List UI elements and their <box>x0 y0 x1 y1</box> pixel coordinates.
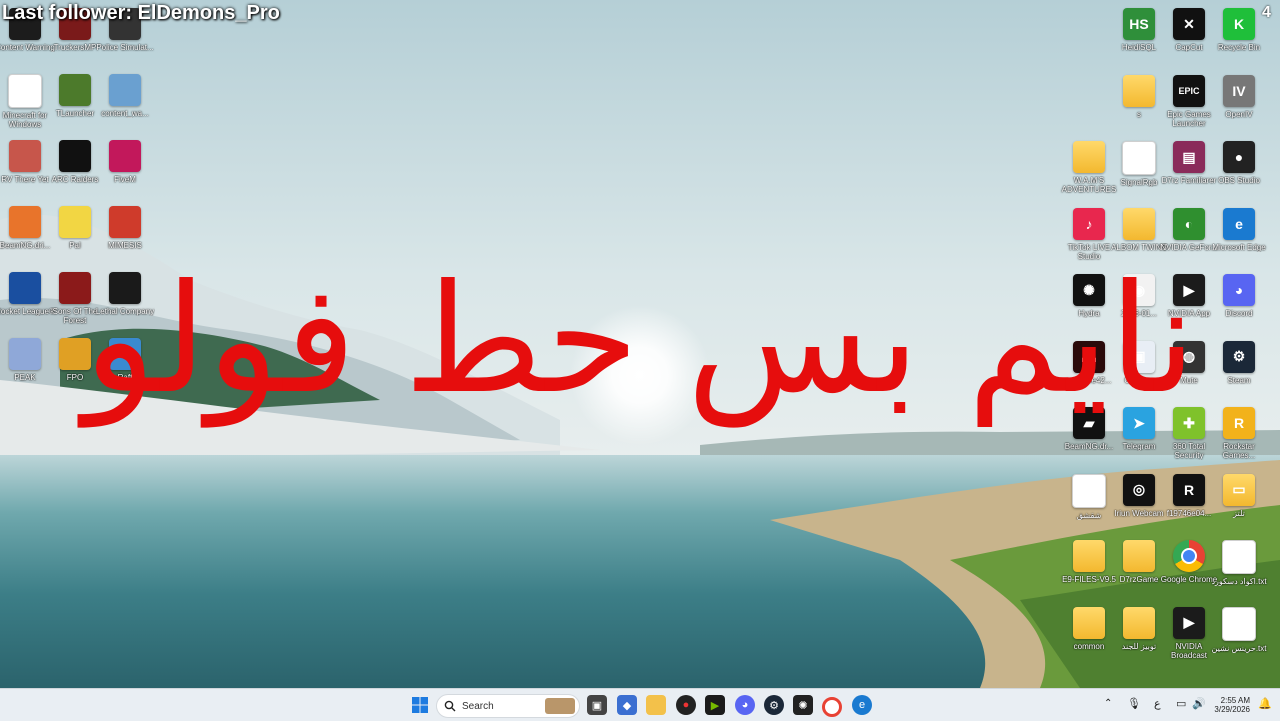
search-placeholder: Search <box>462 700 494 712</box>
folder-icon <box>1073 540 1105 572</box>
arabic-stream-overlay-text: نايم بس حط فولو <box>83 253 1199 427</box>
rv-there-yet-icon <box>9 140 41 172</box>
desktop-icon-label: اكواد دسكورد.txt <box>1211 577 1267 586</box>
obs-icon: ● <box>1223 141 1255 173</box>
volume-icon[interactable]: 🔊 <box>1192 697 1206 710</box>
task-view-icon: ▣ <box>591 699 603 712</box>
nvidia-broadcast-icon: ▶ <box>1173 606 1205 639</box>
chevron-up-icon[interactable]: ⌃ <box>1104 698 1112 709</box>
desktop-icon-label: حرينس نشين.txt <box>1211 643 1267 653</box>
desktop-icon[interactable]: اكواد دسكورد.txt <box>1209 540 1269 586</box>
desktop-icon-label: OBS Studio <box>1218 176 1260 185</box>
nvidia-icon: ◐ <box>1173 207 1205 240</box>
document-icon <box>1072 473 1106 508</box>
fivem-icon <box>109 140 141 172</box>
network-icon[interactable]: ▭ <box>1176 697 1186 710</box>
heidisql-icon: HS <box>1123 8 1155 40</box>
microphone-icon[interactable]: 🎙 <box>1127 697 1141 710</box>
document-icon <box>1122 141 1156 175</box>
search-icon <box>444 700 456 712</box>
desktop-icon[interactable]: ● OBS Studio <box>1209 141 1269 185</box>
desktop-icon[interactable]: حرينس نشين.txt <box>1209 606 1269 653</box>
folder-icon <box>1073 141 1105 173</box>
start-button[interactable] <box>410 695 430 715</box>
notification-bell-icon[interactable]: 🔔 <box>1258 697 1272 710</box>
pal-icon <box>59 206 91 238</box>
desktop-icon[interactable]: K Recycle Bin <box>1209 8 1269 52</box>
folder-icon <box>1123 74 1155 107</box>
clock-time: 2:55 AM <box>1220 696 1250 705</box>
text-file-icon <box>1222 606 1256 641</box>
folder-icon <box>1123 606 1155 639</box>
desktop-icon[interactable]: ▭ تلتز <box>1209 473 1269 518</box>
record-icon: ● <box>682 699 690 711</box>
mimesis-icon <box>109 206 141 238</box>
widgets-button[interactable]: ◆ <box>617 695 637 715</box>
clock-date: 3/29/2026 <box>1214 705 1250 714</box>
nvidia-app-icon: ▶ <box>710 699 720 712</box>
taskbar: Search ▣ ◆ ● ▶ ◕ ⚙ ✺ e ⌃ 🎙 ع ▭ 🔊 2:55 AM… <box>0 688 1280 721</box>
text-file-icon <box>1222 540 1256 574</box>
rar-icon: ▤ <box>1173 141 1205 173</box>
capcut-icon: ✕ <box>1173 8 1205 40</box>
windows-logo-icon <box>412 697 428 713</box>
desktop-icon-label: Police Simulat... <box>96 43 154 52</box>
search-highlight-image <box>545 698 575 714</box>
document-icon <box>8 74 42 108</box>
taskbar-app-hydra[interactable]: ✺ <box>793 695 813 715</box>
steam-icon: ⚙ <box>769 699 779 712</box>
taskbar-app-recorder[interactable]: ● <box>676 695 696 715</box>
desktop-icon[interactable]: content_wa... <box>95 74 155 118</box>
file-explorer-button[interactable] <box>646 695 666 715</box>
edge-icon: e <box>1223 207 1255 240</box>
desktop-icon[interactable]: IV OpenIV <box>1209 74 1269 119</box>
desktop-icon-label: Recycle Bin <box>1217 43 1261 52</box>
iriun-icon: ◎ <box>1123 473 1155 506</box>
tiktok-icon: ♪ <box>1073 207 1105 240</box>
chrome-icon <box>1173 540 1205 572</box>
content-warning-icon <box>109 74 141 106</box>
folder-icon <box>1123 207 1155 240</box>
last-follower-overlay: Last follower: ElDemons_Pro <box>2 2 280 24</box>
taskbar-app-steam[interactable]: ⚙ <box>764 695 784 715</box>
discord-icon: ◕ <box>741 699 749 711</box>
clock[interactable]: 2:55 AM 3/29/2026 <box>1208 696 1250 714</box>
r-app-icon: R <box>1173 473 1205 506</box>
beamng-icon <box>9 206 41 238</box>
openiv-icon: IV <box>1223 74 1255 107</box>
desktop-icon-label: content_wa... <box>101 109 149 118</box>
recycle-bin-icon: K <box>1223 8 1255 40</box>
widgets-icon: ◆ <box>622 699 632 712</box>
taskbar-app-nvidia[interactable]: ▶ <box>705 695 725 715</box>
taskbar-search[interactable]: Search <box>436 694 580 718</box>
tlauncher-icon <box>59 74 91 106</box>
taskbar-app-chrome[interactable] <box>822 697 842 717</box>
taskbar-app-discord[interactable]: ◕ <box>735 695 755 715</box>
epic-games-icon: EPIC <box>1173 74 1205 107</box>
folder-icon <box>1123 540 1155 572</box>
desktop-icon[interactable]: FiveM <box>95 140 155 184</box>
recycle-bin-badge: 4 <box>1262 4 1271 21</box>
task-view-button[interactable]: ▣ <box>587 695 607 715</box>
folder-icon <box>1073 606 1105 639</box>
language-indicator[interactable]: ع <box>1154 697 1161 710</box>
desktop-icon-label: OpenIV <box>1225 109 1253 119</box>
archive-icon: ▭ <box>1223 473 1255 506</box>
desktop-icon-label: تلتز <box>1233 508 1245 518</box>
desktop-icon-label: FiveM <box>114 175 136 184</box>
edge-icon: e <box>858 699 866 711</box>
hydra-icon: ✺ <box>798 699 808 712</box>
arc-raiders-icon <box>59 140 91 172</box>
taskbar-app-edge[interactable]: e <box>852 695 872 715</box>
